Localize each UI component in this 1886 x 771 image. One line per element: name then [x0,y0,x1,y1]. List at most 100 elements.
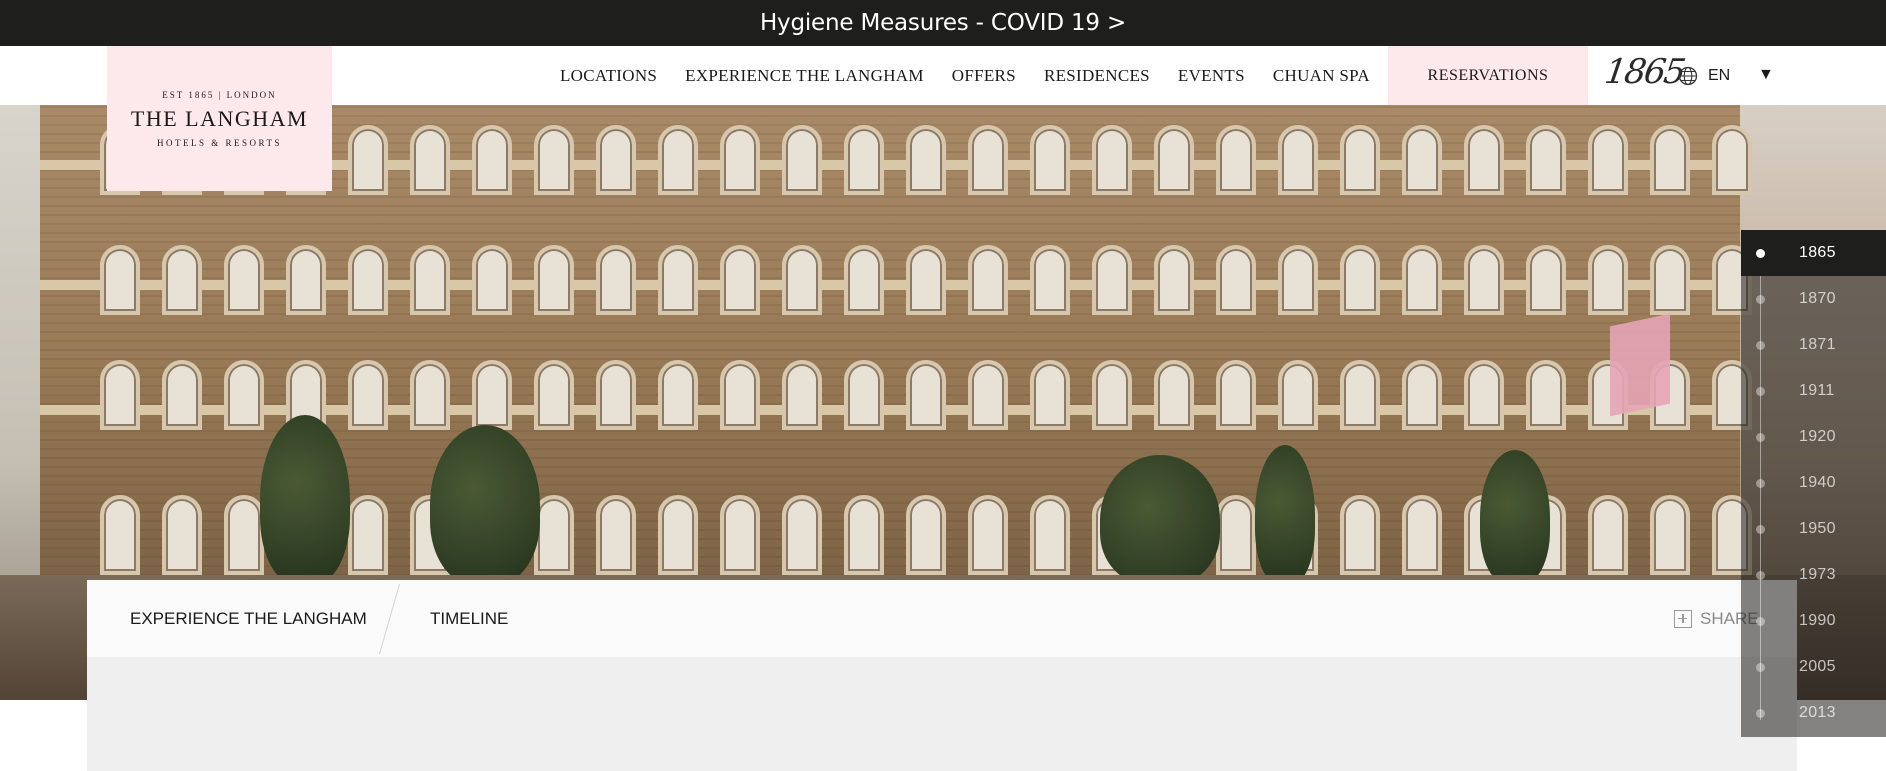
timeline-year-2013[interactable]: 2013 [1741,690,1886,736]
facade-window [1278,125,1318,195]
facade-window [1216,495,1256,575]
facade-window [1526,360,1566,430]
nav-item-chuan-spa[interactable]: CHUAN SPA [1273,66,1370,86]
facade-window [906,245,946,315]
facade-window [1402,245,1442,315]
nav-item-experience[interactable]: EXPERIENCE THE LANGHAM [685,66,924,86]
breadcrumb-parent[interactable]: EXPERIENCE THE LANGHAM [130,580,367,657]
langham-logo[interactable]: EST 1865 | LONDON THE LANGHAM HOTELS & R… [107,46,332,191]
facade-window [844,245,884,315]
facade-window [658,360,698,430]
language-selector[interactable]: EN ▼ [1678,46,1774,105]
facade-window [1216,245,1256,315]
covid-alert-bar: Hygiene Measures - COVID 19 > [0,0,1886,46]
facade-window [1030,245,1070,315]
facade-window [1464,245,1504,315]
nav-item-offers[interactable]: OFFERS [952,66,1016,86]
facade-window [968,495,1008,575]
hero-tree [1480,450,1550,585]
facade-window [1526,125,1566,195]
timeline-year-label: 1911 [1799,382,1835,399]
facade-window [100,360,140,430]
facade-window [1092,125,1132,195]
facade-window [1092,245,1132,315]
facade-window [1092,360,1132,430]
timeline-year-label: 1990 [1799,612,1836,629]
facade-window [968,245,1008,315]
logo-est-line: EST 1865 | LONDON [162,89,277,100]
facade-window [1588,495,1628,575]
facade-window [1340,495,1380,575]
facade-window [844,360,884,430]
nav-item-residences[interactable]: RESIDENCES [1044,66,1150,86]
timeline-year-1920[interactable]: 1920 [1741,414,1886,460]
facade-window [410,360,450,430]
timeline-dot [1756,432,1765,442]
facade-window [658,495,698,575]
timeline-year-label: 1871 [1799,336,1836,353]
facade-window [1278,245,1318,315]
nav-item-events[interactable]: EVENTS [1178,66,1245,86]
timeline-dot [1756,478,1765,488]
hero-tree [430,425,540,585]
main-nav: LOCATIONS EXPERIENCE THE LANGHAM OFFERS … [560,46,1398,105]
facade-window [100,495,140,575]
timeline-dot [1756,570,1765,580]
facade-window [348,360,388,430]
facade-window [348,125,388,195]
timeline-year-1973[interactable]: 1973 [1741,552,1886,598]
timeline-dot [1756,708,1765,718]
breadcrumb-current: TIMELINE [430,608,509,628]
timeline-year-label: 1920 [1799,428,1836,445]
timeline-year-1940[interactable]: 1940 [1741,460,1886,506]
facade-window [596,125,636,195]
facade-window [534,245,574,315]
facade-window [1402,360,1442,430]
facade-window [1030,125,1070,195]
facade-window [1216,125,1256,195]
facade-window [1650,245,1690,315]
facade-window [162,495,202,575]
breadcrumb-separator [378,584,401,654]
timeline-year-1911[interactable]: 1911 [1741,368,1886,414]
facade-window [1526,245,1566,315]
timeline-year-1871[interactable]: 1871 [1741,322,1886,368]
facade-window [906,125,946,195]
facade-window [1030,360,1070,430]
facade-window [348,495,388,575]
facade-window [1650,125,1690,195]
timeline-dot [1756,386,1765,396]
facade-window [1278,360,1318,430]
facade-window [1650,495,1690,575]
hero-tree [1100,455,1220,585]
facade-window [534,495,574,575]
facade-window [1712,125,1752,195]
facade-window [286,245,326,315]
reservations-button[interactable]: RESERVATIONS [1388,46,1588,105]
facade-window [658,245,698,315]
facade-window [348,245,388,315]
covid-alert-link[interactable]: Hygiene Measures - COVID 19 > [760,10,1126,36]
timeline-year-1870[interactable]: 1870 [1741,276,1886,322]
timeline-year-1990[interactable]: 1990 [1741,598,1886,644]
hero-tree [260,415,350,585]
chevron-down-icon[interactable]: ▼ [1758,66,1774,84]
facade-window [162,245,202,315]
facade-window [782,245,822,315]
timeline-year-1950[interactable]: 1950 [1741,506,1886,552]
nav-item-locations[interactable]: LOCATIONS [560,66,657,86]
facade-window [1464,360,1504,430]
logo-name: THE LANGHAM [130,105,309,131]
facade-window [1154,125,1194,195]
timeline-year-1865[interactable]: 1865 [1741,230,1886,276]
facade-window [596,245,636,315]
script-1865-logo[interactable]: 1865 [1602,52,1686,92]
language-label: EN [1708,66,1731,84]
facade-window [1030,495,1070,575]
facade-window [1340,360,1380,430]
facade-window [782,495,822,575]
facade-window [100,245,140,315]
timeline-year-2005[interactable]: 2005 [1741,644,1886,690]
content-area [87,657,1797,771]
facade-window [844,495,884,575]
